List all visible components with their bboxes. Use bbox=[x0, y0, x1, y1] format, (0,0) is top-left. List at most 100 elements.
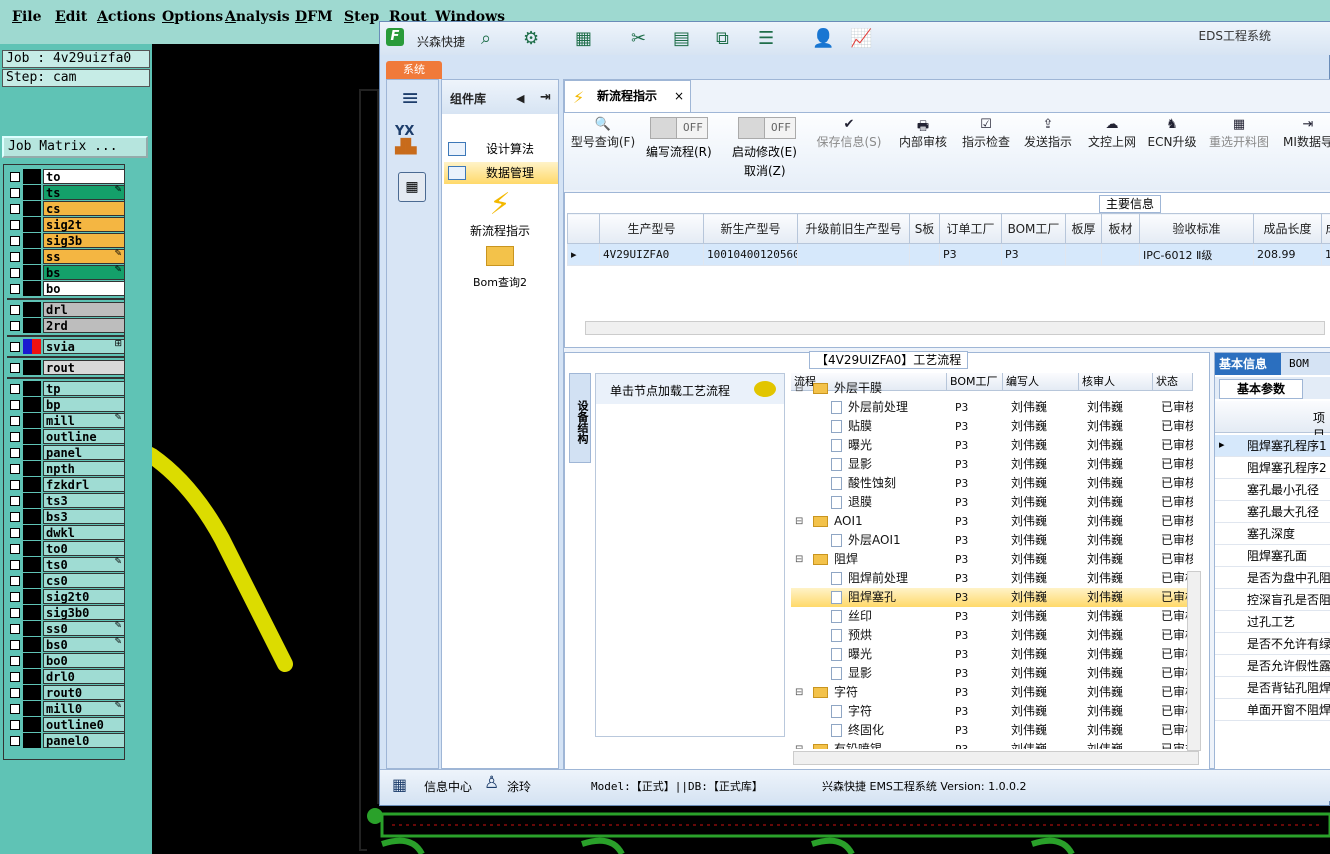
tab-equipment-structure[interactable]: 设备结构 bbox=[569, 373, 591, 463]
menu-file[interactable]: File bbox=[12, 9, 42, 25]
layer-name[interactable]: mill bbox=[43, 413, 125, 428]
layer-name[interactable]: panel bbox=[43, 445, 125, 460]
param-row[interactable]: 是否不允许有绿油 bbox=[1215, 633, 1330, 655]
layer-color-swatch[interactable] bbox=[23, 360, 41, 375]
layer-checkbox[interactable] bbox=[10, 608, 20, 618]
layer-name[interactable]: bo bbox=[43, 281, 125, 296]
tree-row[interactable]: 阻焊塞孔P3刘伟巍刘伟巍已审核 bbox=[791, 588, 1193, 607]
layer-name[interactable]: outline bbox=[43, 429, 125, 444]
layer-name[interactable]: svia bbox=[43, 339, 125, 354]
layer-color-swatch[interactable] bbox=[23, 429, 41, 444]
param-row[interactable]: 是否背钻孔阻焊 bbox=[1215, 677, 1330, 699]
table-cell[interactable]: 142 bbox=[1321, 243, 1330, 266]
layer-name[interactable]: bs0 bbox=[43, 637, 125, 652]
scissors-icon[interactable]: ✂ bbox=[631, 28, 646, 49]
layer-row[interactable]: mill ✎ bbox=[7, 413, 125, 428]
layer-name[interactable]: sig2t0 bbox=[43, 589, 125, 604]
tree-row[interactable]: 有铅喷锡⊟P3刘伟巍刘伟巍已审核 bbox=[791, 740, 1193, 749]
layer-color-swatch[interactable] bbox=[23, 557, 41, 572]
info-center-label[interactable]: 信息中心 bbox=[424, 778, 472, 795]
table-cell[interactable]: IPC-6012 Ⅱ级 bbox=[1139, 243, 1254, 266]
column-header[interactable]: 成 bbox=[1321, 213, 1330, 244]
toolbar-button[interactable]: ⇪ 发送指示 bbox=[1020, 117, 1076, 150]
layer-checkbox[interactable] bbox=[10, 496, 20, 506]
layer-color-swatch[interactable] bbox=[23, 477, 41, 492]
param-row[interactable]: 单面开窗不阻焊 bbox=[1215, 699, 1330, 721]
layer-name[interactable]: rout bbox=[43, 360, 125, 375]
layer-row[interactable]: to bbox=[7, 169, 125, 184]
tree-row[interactable]: 退膜 P3 刘伟巍 刘伟巍 已审核 bbox=[791, 493, 1193, 512]
job-matrix-button[interactable]: Job Matrix ... bbox=[2, 136, 148, 158]
menu-analysis[interactable]: Analysis bbox=[225, 9, 290, 25]
tree-row[interactable]: 阻焊 ⊟ P3 刘伟巍 刘伟巍 已审核 bbox=[791, 550, 1193, 569]
layer-name[interactable]: drl0 bbox=[43, 669, 125, 684]
new-flow-shortcut[interactable]: ⚡ 新流程指示 bbox=[442, 188, 558, 239]
layer-row[interactable]: bo bbox=[7, 281, 125, 296]
layer-name[interactable]: ss bbox=[43, 249, 125, 264]
tab-system[interactable]: 系统 bbox=[386, 61, 442, 79]
layer-color-swatch[interactable] bbox=[23, 541, 41, 556]
pin-icon[interactable]: ⇥ bbox=[540, 90, 551, 105]
table-cell[interactable] bbox=[797, 243, 910, 266]
layer-checkbox[interactable] bbox=[10, 384, 20, 394]
layer-name[interactable]: sig3b0 bbox=[43, 605, 125, 620]
layer-checkbox[interactable] bbox=[10, 624, 20, 634]
layer-name[interactable]: sig3b bbox=[43, 233, 125, 248]
tree-row[interactable]: 预烘P3刘伟巍刘伟巍已审核 bbox=[791, 626, 1193, 645]
layer-name[interactable]: 2rd bbox=[43, 318, 125, 333]
layer-color-swatch[interactable] bbox=[23, 685, 41, 700]
layer-color-swatch[interactable] bbox=[23, 397, 41, 412]
tree-row[interactable]: 曝光P3刘伟巍刘伟巍已审核 bbox=[791, 645, 1193, 664]
layer-name[interactable]: ts bbox=[43, 185, 125, 200]
layer-row[interactable]: drl0 bbox=[7, 669, 125, 684]
layer-row[interactable]: mill0 ✎ bbox=[7, 701, 125, 716]
layer-color-swatch[interactable] bbox=[23, 413, 41, 428]
layer-row[interactable]: bp bbox=[7, 397, 125, 412]
layer-name[interactable]: fzkdrl bbox=[43, 477, 125, 492]
table-cell[interactable]: P3 bbox=[939, 243, 1002, 266]
layer-name[interactable]: to0 bbox=[43, 541, 125, 556]
table-cell[interactable]: 10010400120560 bbox=[703, 243, 798, 266]
param-row[interactable]: 是否为盘中孔阻焊 bbox=[1215, 567, 1330, 589]
layer-row[interactable]: outline0 bbox=[7, 717, 125, 732]
layer-name[interactable]: bo0 bbox=[43, 653, 125, 668]
layer-checkbox[interactable] bbox=[10, 416, 20, 426]
tree-row[interactable]: 外层AOI1 P3 刘伟巍 刘伟巍 已审核 bbox=[791, 531, 1193, 550]
tree-row[interactable]: 酸性蚀刻 P3 刘伟巍 刘伟巍 已审核 bbox=[791, 474, 1193, 493]
collapse-icon[interactable]: ⊟ bbox=[795, 379, 803, 398]
layer-row[interactable]: panel bbox=[7, 445, 125, 460]
layer-color-swatch[interactable] bbox=[23, 445, 41, 460]
layer-color-swatch[interactable] bbox=[23, 733, 41, 748]
toolbar-button[interactable]: ♞ ECN升级 bbox=[1146, 117, 1198, 150]
layer-color-swatch[interactable] bbox=[23, 249, 41, 264]
layer-checkbox[interactable] bbox=[10, 480, 20, 490]
layer-row[interactable]: bs0 ✎ bbox=[7, 637, 125, 652]
toolbar-button[interactable]: 🔍 型号查询(F) bbox=[568, 117, 638, 150]
layer-color-swatch[interactable] bbox=[23, 493, 41, 508]
layer-row[interactable]: bs3 bbox=[7, 509, 125, 524]
copy-icon[interactable]: ⧉ bbox=[716, 28, 729, 49]
menu-options[interactable]: Options bbox=[162, 9, 223, 25]
param-row[interactable]: 塞孔最小孔径 bbox=[1215, 479, 1330, 501]
tab-basic-info[interactable]: 基本信息 bbox=[1215, 353, 1281, 375]
yx-module-icon[interactable]: YX ▟▙ bbox=[395, 124, 429, 160]
menu-icon[interactable]: ≡ bbox=[401, 86, 419, 111]
layer-name[interactable]: drl bbox=[43, 302, 125, 317]
column-header[interactable]: 验收标准 bbox=[1139, 213, 1254, 244]
layer-row[interactable]: drl bbox=[7, 302, 125, 317]
collapse-left-icon[interactable]: ◀ bbox=[516, 92, 524, 105]
search-icon[interactable]: ⌕ bbox=[481, 28, 491, 49]
layer-row[interactable]: ts ✎ bbox=[7, 185, 125, 200]
table-cell[interactable]: P3 bbox=[1001, 243, 1066, 266]
column-header[interactable]: 成品长度 bbox=[1253, 213, 1322, 244]
param-row[interactable]: 阻焊塞孔面 bbox=[1215, 545, 1330, 567]
layer-color-swatch[interactable] bbox=[23, 669, 41, 684]
layer-color-swatch[interactable] bbox=[23, 509, 41, 524]
layer-row[interactable]: ts3 bbox=[7, 493, 125, 508]
layer-checkbox[interactable] bbox=[10, 592, 20, 602]
layer-checkbox[interactable] bbox=[10, 342, 20, 352]
layer-row[interactable]: npth bbox=[7, 461, 125, 476]
layer-checkbox[interactable] bbox=[10, 252, 20, 262]
layer-row[interactable]: fzkdrl bbox=[7, 477, 125, 492]
layer-checkbox[interactable] bbox=[10, 321, 20, 331]
